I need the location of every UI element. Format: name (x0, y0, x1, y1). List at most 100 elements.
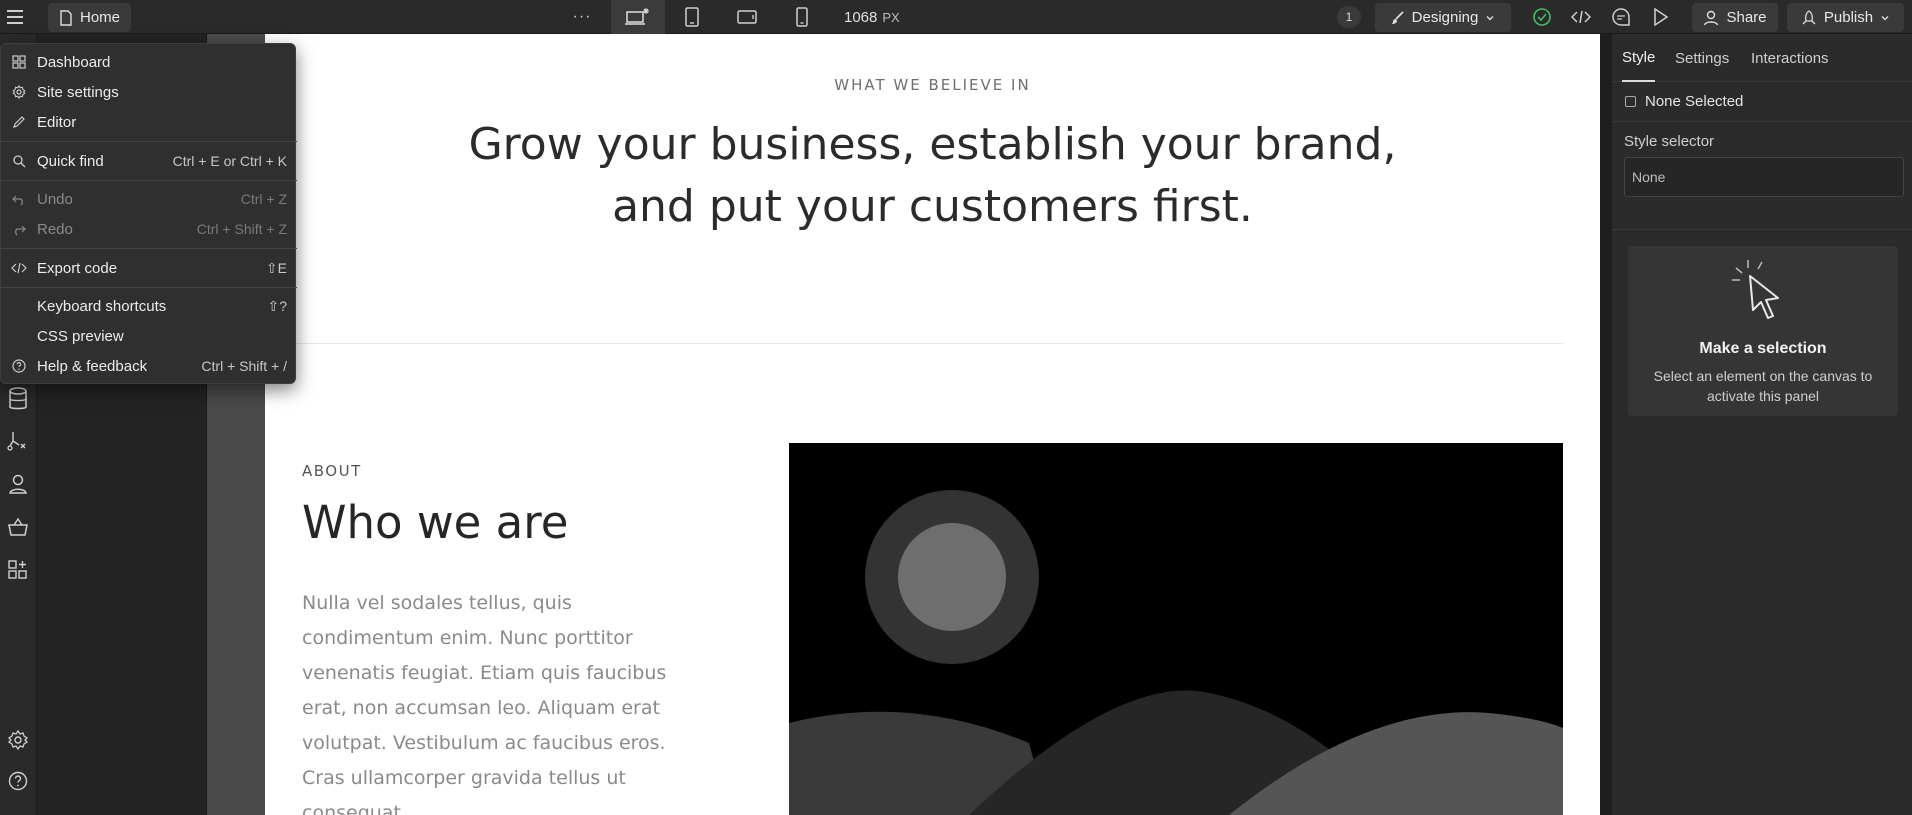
menu-item-label: Undo (37, 190, 73, 208)
comments-icon[interactable] (1605, 0, 1637, 34)
menu-separator (1, 180, 297, 181)
preview-play-icon[interactable] (1645, 0, 1677, 34)
gear-icon (12, 85, 26, 99)
users-icon[interactable] (4, 470, 32, 498)
undo-icon (12, 195, 23, 206)
menu-separator (1, 141, 297, 142)
menu-separator (1, 248, 297, 249)
rocket-icon (1802, 9, 1816, 24)
panel-divider (1612, 229, 1912, 230)
canvas-width-unit: PX (882, 9, 900, 25)
redo-icon (15, 225, 26, 236)
menu-item-redo[interactable]: Redo Ctrl + Shift + Z (1, 214, 297, 244)
menu-item-shortcut: Ctrl + Z (240, 191, 287, 207)
portrait-breakpoint-button[interactable] (775, 0, 829, 34)
menu-item-export-code[interactable]: Export code ⇧E (1, 253, 297, 283)
about-eyebrow: ABOUT (302, 462, 362, 480)
page-icon (60, 9, 72, 26)
landscape-breakpoint-button[interactable] (720, 0, 774, 34)
headline-line-1: Grow your business, establish your brand… (468, 119, 1397, 170)
tablet-breakpoint-button[interactable] (665, 0, 719, 34)
tab-settings[interactable]: Settings (1675, 34, 1729, 82)
desktop-breakpoint-button[interactable] (611, 0, 665, 34)
code-icon[interactable] (1565, 0, 1597, 34)
publish-button[interactable]: Publish (1787, 3, 1904, 32)
share-button[interactable]: Share (1692, 3, 1778, 32)
menu-item-shortcut: Ctrl + Shift + / (201, 358, 287, 374)
help-icon[interactable] (4, 767, 32, 795)
none-selected-label: None Selected (1645, 93, 1744, 110)
headline-line-2: and put your customers first. (612, 181, 1253, 232)
menu-item-quick-find[interactable]: Quick find Ctrl + E or Ctrl + K (1, 146, 297, 176)
menu-item-label: Site settings (37, 83, 119, 101)
cursor-click-icon (1732, 260, 1779, 319)
style-selector-label: Style selector (1624, 133, 1715, 150)
section-eyebrow: WHAT WE BELIEVE IN (834, 76, 1031, 94)
help-icon (12, 359, 26, 373)
section-headline: Grow your business, establish your brand… (265, 114, 1600, 238)
menu-item-label: Quick find (37, 152, 104, 170)
tablet-icon (685, 7, 699, 27)
share-label: Share (1726, 9, 1767, 26)
ecommerce-basket-icon[interactable] (4, 513, 32, 541)
menu-item-help-feedback[interactable]: Help & feedback Ctrl + Shift + / (1, 351, 297, 381)
menu-item-keyboard-shortcuts[interactable]: Keyboard shortcuts ⇧? (1, 291, 297, 321)
main-menu-dropdown: Dashboard Site settings Editor Quick fin… (0, 43, 297, 384)
brush-icon (1391, 10, 1404, 24)
menu-item-label: Help & feedback (37, 357, 148, 375)
more-breakpoints-button[interactable]: ··· (568, 0, 596, 34)
publish-label: Publish (1823, 9, 1874, 26)
design-canvas[interactable]: WHAT WE BELIEVE IN Grow your business, e… (265, 34, 1600, 815)
menu-item-editor[interactable]: Editor (1, 107, 297, 137)
menu-item-site-settings[interactable]: Site settings (1, 77, 297, 107)
apps-icon[interactable] (4, 556, 32, 584)
menu-item-css-preview[interactable]: CSS preview (1, 321, 297, 351)
notification-badge[interactable]: 1 (1337, 6, 1361, 28)
phone-portrait-icon (796, 7, 808, 27)
chevron-down-icon (1881, 15, 1889, 20)
menu-item-label: Keyboard shortcuts (37, 297, 167, 315)
style-selector-input[interactable]: None (1624, 157, 1904, 197)
menu-separator (1, 287, 297, 288)
top-bar: Home ··· 1068 PX 1 Designing Share Publi… (0, 0, 1912, 34)
canvas-width-readout[interactable]: 1068 PX (844, 0, 924, 34)
cms-database-icon[interactable] (4, 385, 32, 413)
publish-status-icon[interactable] (1526, 0, 1558, 34)
menu-item-label: Redo (37, 220, 73, 238)
phone-landscape-icon (737, 10, 757, 24)
menu-item-dashboard[interactable]: Dashboard (1, 47, 297, 77)
mode-dropdown[interactable]: Designing (1375, 3, 1511, 32)
pencil-icon (13, 116, 25, 128)
about-body: Nulla vel sodales tellus, quis condiment… (302, 592, 667, 815)
menu-item-label: Dashboard (37, 53, 111, 71)
empty-state-title: Make a selection (1699, 340, 1827, 357)
tab-interactions[interactable]: Interactions (1751, 34, 1829, 82)
style-panel: Style Settings Interactions None Selecte… (1600, 34, 1912, 815)
menu-item-label: Editor (37, 113, 77, 131)
menu-item-shortcut: Ctrl + Shift + Z (196, 221, 287, 237)
selection-checkbox[interactable] (1625, 96, 1636, 107)
chevron-down-icon (1486, 15, 1494, 20)
tab-style[interactable]: Style (1622, 34, 1656, 82)
menu-icon[interactable] (0, 0, 30, 34)
menu-item-label: Export code (37, 259, 118, 277)
page-selector-button[interactable]: Home (48, 3, 131, 32)
menu-item-shortcut: Ctrl + E or Ctrl + K (172, 153, 287, 169)
panel-divider (1612, 121, 1912, 122)
empty-state-card: Make a selection Select an element on th… (1628, 246, 1898, 416)
settings-gear-icon[interactable] (4, 726, 32, 754)
desktop-star-icon (625, 8, 649, 25)
search-icon (13, 155, 26, 168)
empty-state-description: Select an element on the canvas to activ… (1653, 368, 1873, 404)
menu-item-shortcut: ⇧E (265, 259, 287, 276)
menu-item-shortcut: ⇧? (267, 297, 287, 314)
menu-item-label: CSS preview (37, 327, 124, 345)
menu-item-undo[interactable]: Undo Ctrl + Z (1, 184, 297, 214)
logic-flow-icon[interactable] (4, 427, 32, 455)
mode-label: Designing (1411, 9, 1479, 26)
panel-tabs: Style Settings Interactions (1612, 34, 1912, 82)
user-icon (1704, 10, 1719, 25)
canvas-width-value: 1068 (844, 8, 878, 26)
page-selector-label: Home (79, 9, 120, 26)
image-placeholder-graphic (789, 490, 1563, 815)
